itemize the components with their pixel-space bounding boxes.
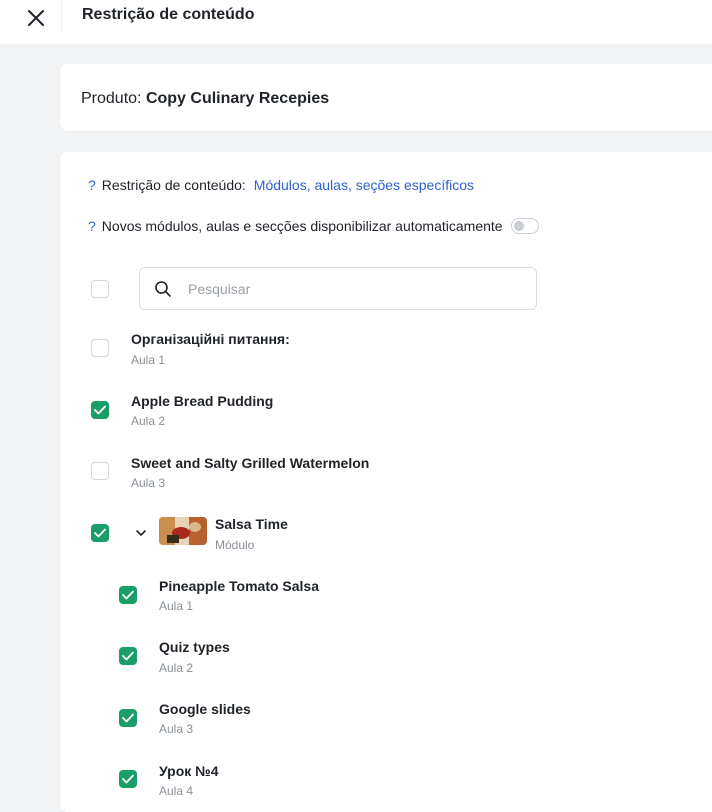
item-title[interactable]: Sweet and Salty Grilled Watermelon <box>131 454 369 472</box>
auto-publish-row: ? Novos módulos, aulas e secções disponi… <box>88 217 539 235</box>
item-checkbox[interactable] <box>91 462 109 480</box>
check-icon <box>122 651 134 661</box>
module-checkbox[interactable] <box>91 524 109 542</box>
item-subtitle: Aula 1 <box>159 599 194 613</box>
page-title: Restrição de conteúdo <box>82 6 255 23</box>
item-subtitle: Aula 2 <box>159 661 194 675</box>
item-title[interactable]: Урок №4 <box>159 762 219 780</box>
content-card: ? Restrição de conteúdo: Módulos, aulas,… <box>60 152 712 812</box>
module-thumbnail <box>159 517 207 545</box>
check-icon <box>94 528 106 538</box>
module-title[interactable]: Salsa Time <box>215 515 288 533</box>
item-title[interactable]: Pineapple Tomato Salsa <box>159 577 319 595</box>
top-bar: Restrição de conteúdo <box>0 0 712 44</box>
restriction-row: ? Restrição de conteúdo: Módulos, aulas,… <box>88 176 474 194</box>
help-icon[interactable]: ? <box>88 176 96 194</box>
close-button[interactable] <box>22 4 50 32</box>
item-subtitle: Aula 1 <box>131 353 166 367</box>
item-checkbox[interactable] <box>91 401 109 419</box>
select-all-checkbox[interactable] <box>91 280 109 298</box>
close-icon <box>28 10 44 26</box>
item-title[interactable]: Організаційні питання: <box>131 330 290 348</box>
check-icon <box>94 405 106 415</box>
item-checkbox[interactable] <box>119 586 137 604</box>
item-subtitle: Aula 2 <box>131 414 166 428</box>
search-icon <box>155 280 171 297</box>
product-name: Copy Culinary Recepies <box>145 90 330 107</box>
search-input[interactable] <box>186 279 510 298</box>
item-checkbox[interactable] <box>91 339 109 357</box>
item-checkbox[interactable] <box>119 709 137 727</box>
restriction-type-link[interactable]: Módulos, aulas, seções específicos <box>254 176 474 194</box>
divider <box>61 0 62 32</box>
item-subtitle: Aula 3 <box>159 722 194 736</box>
help-icon[interactable]: ? <box>88 217 96 235</box>
item-title[interactable]: Apple Bread Pudding <box>131 392 273 410</box>
restriction-label: Restrição de conteúdo: <box>101 177 246 193</box>
auto-publish-label: Novos módulos, aulas e secções disponibi… <box>101 218 503 234</box>
item-title[interactable]: Google slides <box>159 700 251 718</box>
product-card: Produto: Copy Culinary Recepies <box>60 64 712 131</box>
product-info: Produto: Copy Culinary Recepies <box>81 89 329 109</box>
toggle-knob <box>513 221 524 231</box>
check-icon <box>122 590 134 600</box>
module-subtitle: Módulo <box>215 538 255 552</box>
product-label: Produto: <box>81 90 142 107</box>
item-title[interactable]: Quiz types <box>159 638 230 656</box>
item-subtitle: Aula 3 <box>131 476 166 490</box>
item-subtitle: Aula 4 <box>159 784 194 798</box>
item-checkbox[interactable] <box>119 770 137 788</box>
search-box[interactable] <box>139 267 537 310</box>
check-icon <box>122 713 134 723</box>
auto-publish-toggle[interactable] <box>510 218 539 234</box>
check-icon <box>122 774 134 784</box>
item-checkbox[interactable] <box>119 647 137 665</box>
chevron-down-icon[interactable] <box>134 526 148 540</box>
